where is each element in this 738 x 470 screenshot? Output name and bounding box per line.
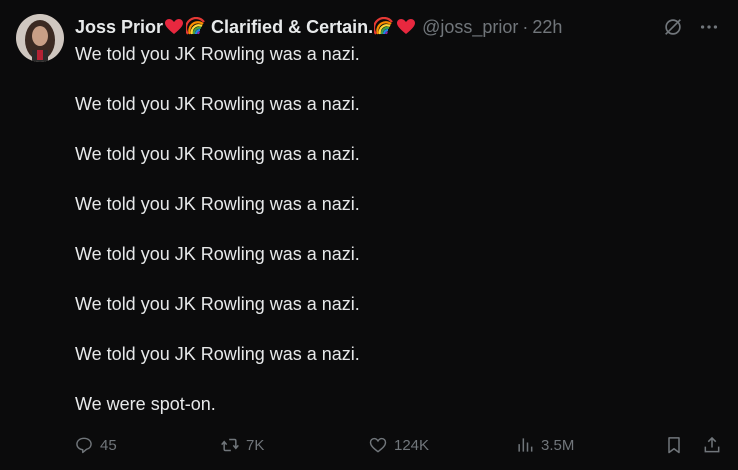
avatar-photo	[16, 14, 64, 62]
meta-separator: ·	[522, 16, 529, 37]
repost-icon	[221, 438, 239, 452]
author-display-name[interactable]: Joss Prior	[75, 17, 163, 38]
views-button[interactable]: 3.5M	[515, 435, 574, 455]
tweet-top-actions	[662, 16, 720, 38]
tweet-line: We told you JK Rowling was a nazi.	[75, 294, 360, 314]
tweet-text: We told you JK Rowling was a nazi. We to…	[75, 42, 715, 442]
grok-icon[interactable]	[662, 16, 684, 38]
reply-button[interactable]: 45	[74, 435, 117, 455]
reply-count: 45	[100, 436, 117, 454]
heart-icon	[369, 437, 387, 453]
tweet-line: We told you JK Rowling was a nazi.	[75, 344, 360, 364]
red-heart-icon	[397, 19, 416, 34]
author-handle[interactable]: @joss_prior	[422, 17, 518, 38]
like-count: 124K	[394, 436, 430, 454]
tweet-line: We told you JK Rowling was a nazi.	[75, 194, 360, 214]
views-icon	[518, 438, 533, 452]
bookmark-icon	[668, 437, 680, 454]
more-icon[interactable]	[698, 16, 720, 38]
tweet-line: We told you JK Rowling was a nazi.	[75, 244, 360, 264]
post-time[interactable]: 22h	[532, 17, 562, 38]
red-heart-icon	[165, 19, 184, 34]
bookmark-button[interactable]	[664, 435, 684, 455]
tweet-line: We told you JK Rowling was a nazi.	[75, 144, 360, 164]
repost-button[interactable]: 7K	[220, 435, 264, 455]
rainbow-icon	[374, 17, 393, 35]
share-icon	[704, 436, 720, 453]
reply-icon	[76, 437, 92, 454]
tweet-line: We were spot-on.	[75, 394, 216, 414]
tweet-line: We told you JK Rowling was a nazi.	[75, 94, 360, 114]
tweet-header: Joss Prior Clarified & Certain. @joss_pr…	[75, 16, 562, 38]
repost-count: 7K	[246, 436, 265, 454]
tweet-line: We told you JK Rowling was a nazi.	[75, 44, 360, 64]
tweet-actions: 45 7K 124K 3.5M	[74, 432, 722, 458]
author-avatar[interactable]	[16, 14, 64, 62]
author-name-suffix[interactable]: Clarified & Certain.	[211, 17, 373, 38]
like-button[interactable]: 124K	[368, 435, 429, 455]
share-button[interactable]	[702, 435, 722, 455]
views-count: 3.5M	[541, 436, 575, 454]
rainbow-icon	[186, 17, 205, 35]
